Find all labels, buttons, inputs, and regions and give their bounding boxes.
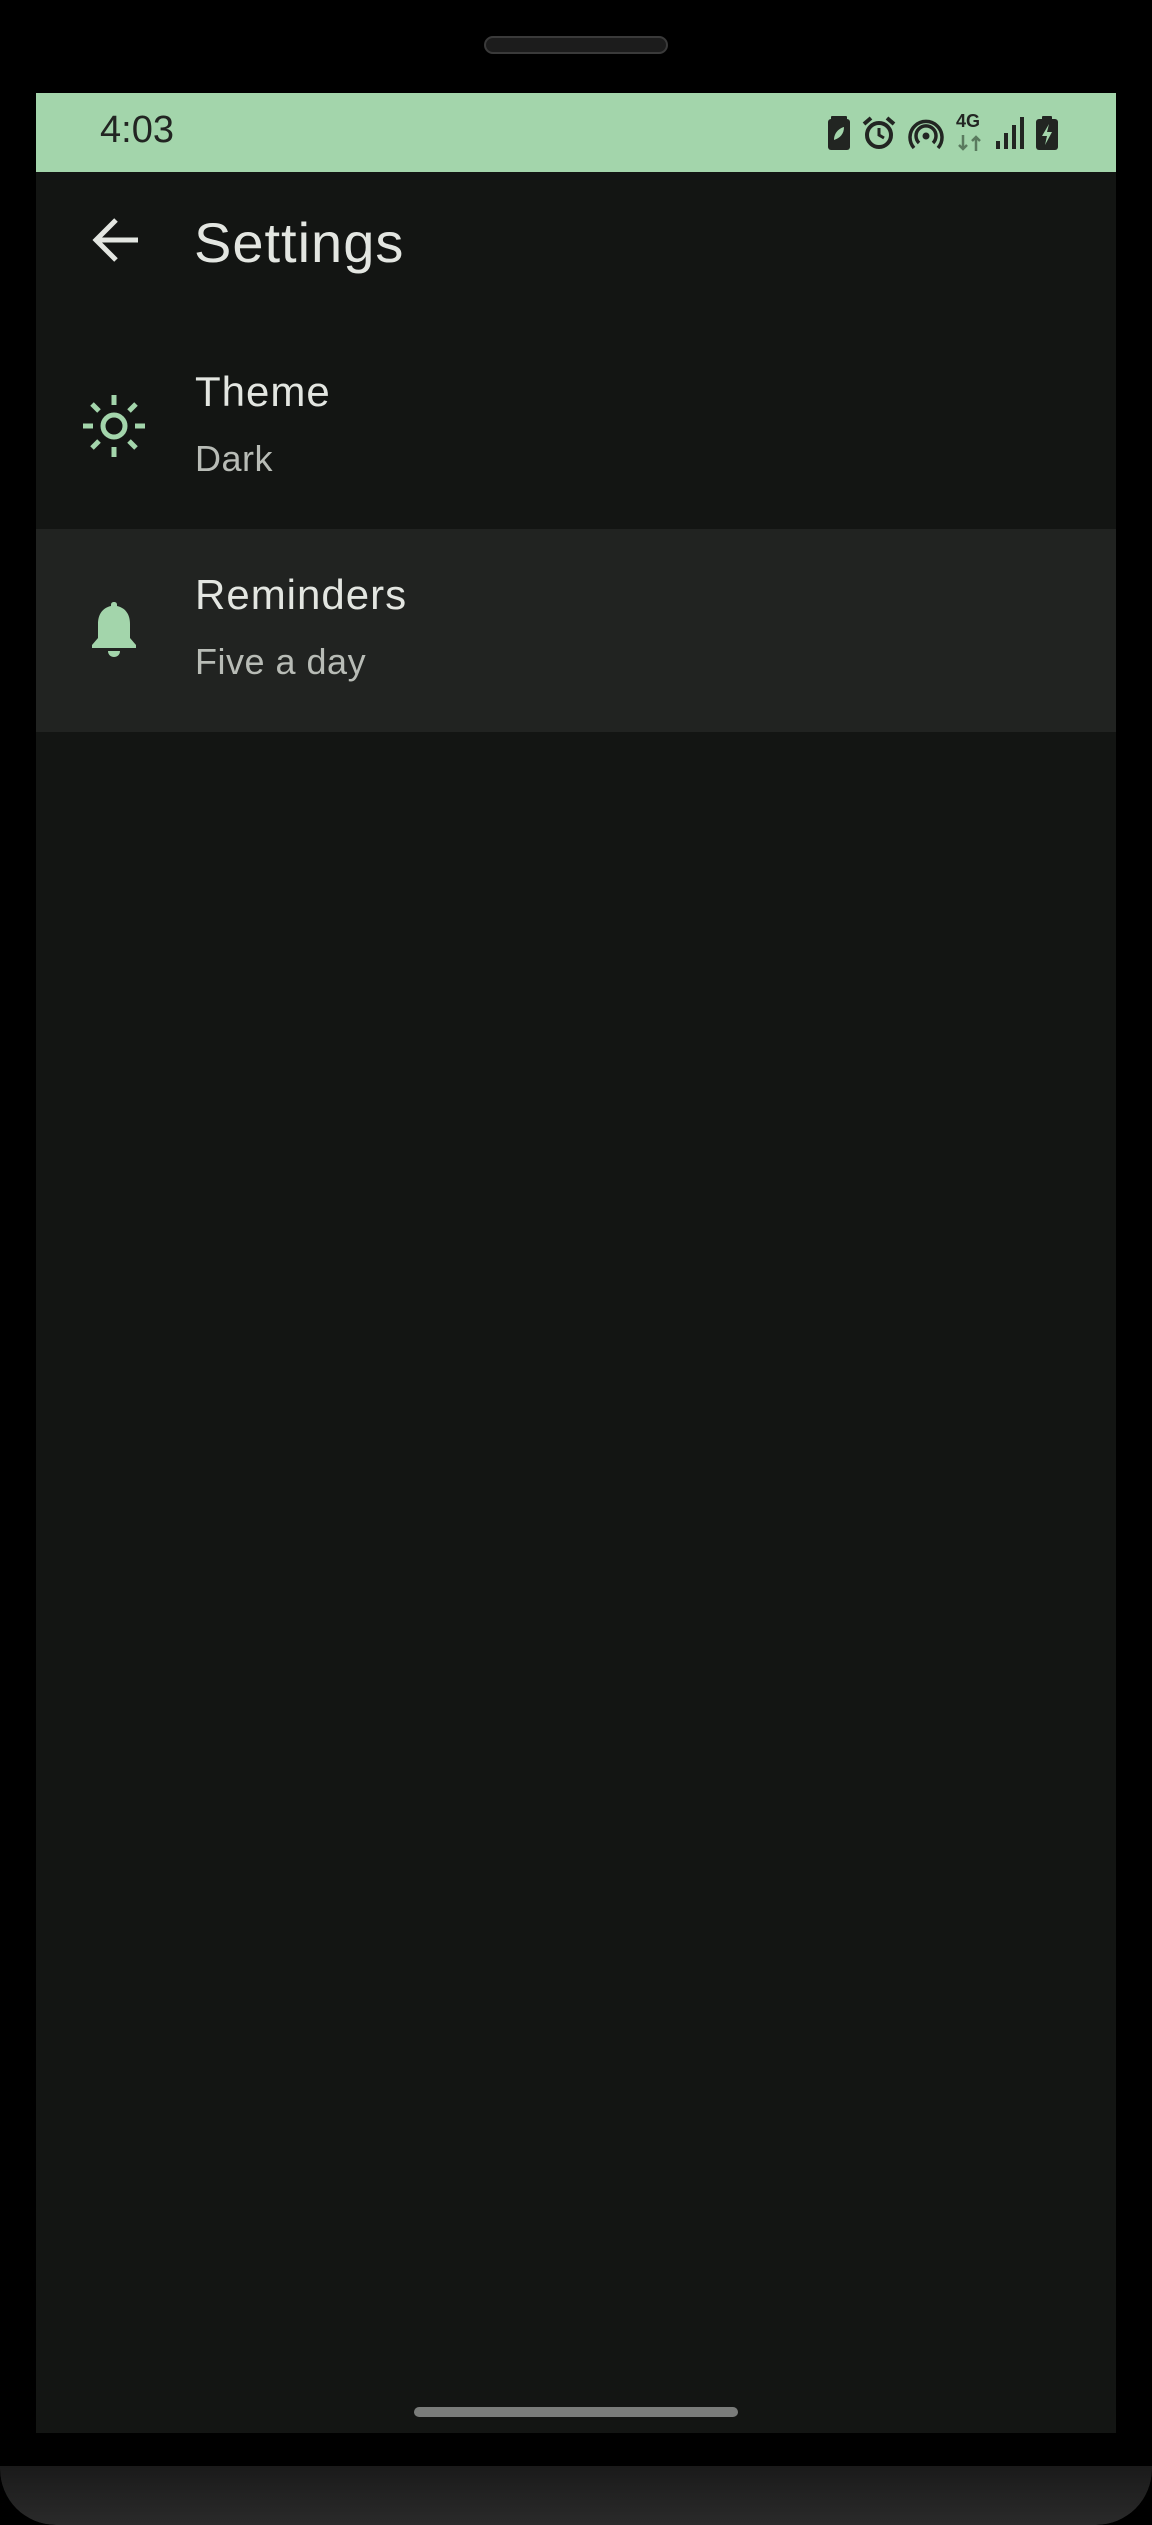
back-button[interactable] (76, 202, 156, 282)
alarm-icon (862, 116, 896, 150)
arrow-back-icon (90, 214, 142, 270)
settings-item-title: Reminders (195, 571, 408, 618)
status-bar: 4:03 4G (36, 93, 1116, 172)
app-bar: Settings (36, 172, 1116, 326)
settings-item-reminders[interactable]: Reminders Five a day (36, 529, 1116, 732)
screen: 4:03 4G Settings Theme Dark Reminders Fi… (36, 93, 1116, 2433)
signal-icon (996, 117, 1024, 149)
settings-item-subtitle: Dark (195, 438, 274, 479)
settings-list: Theme Dark Reminders Five a day (36, 326, 1116, 732)
status-icons: 4G (828, 111, 1058, 151)
bell-icon (82, 597, 146, 661)
network-type-label: 4G (956, 111, 981, 131)
gesture-nav-handle[interactable] (414, 2407, 738, 2417)
status-time: 4:03 (100, 109, 174, 151)
battery-saver-icon (828, 116, 850, 150)
earpiece-speaker (484, 36, 668, 54)
sun-icon (82, 394, 146, 458)
settings-item-title: Theme (195, 368, 331, 415)
page-title: Settings (194, 211, 405, 274)
settings-item-theme[interactable]: Theme Dark (36, 326, 1116, 529)
network-4g-icon: 4G (956, 111, 984, 151)
settings-item-subtitle: Five a day (195, 641, 367, 682)
battery-charging-icon (1036, 116, 1058, 150)
phone-frame: 4:03 4G Settings Theme Dark Reminders Fi… (0, 0, 1152, 2525)
hotspot-icon (908, 116, 944, 150)
bottom-bezel (0, 2466, 1152, 2525)
